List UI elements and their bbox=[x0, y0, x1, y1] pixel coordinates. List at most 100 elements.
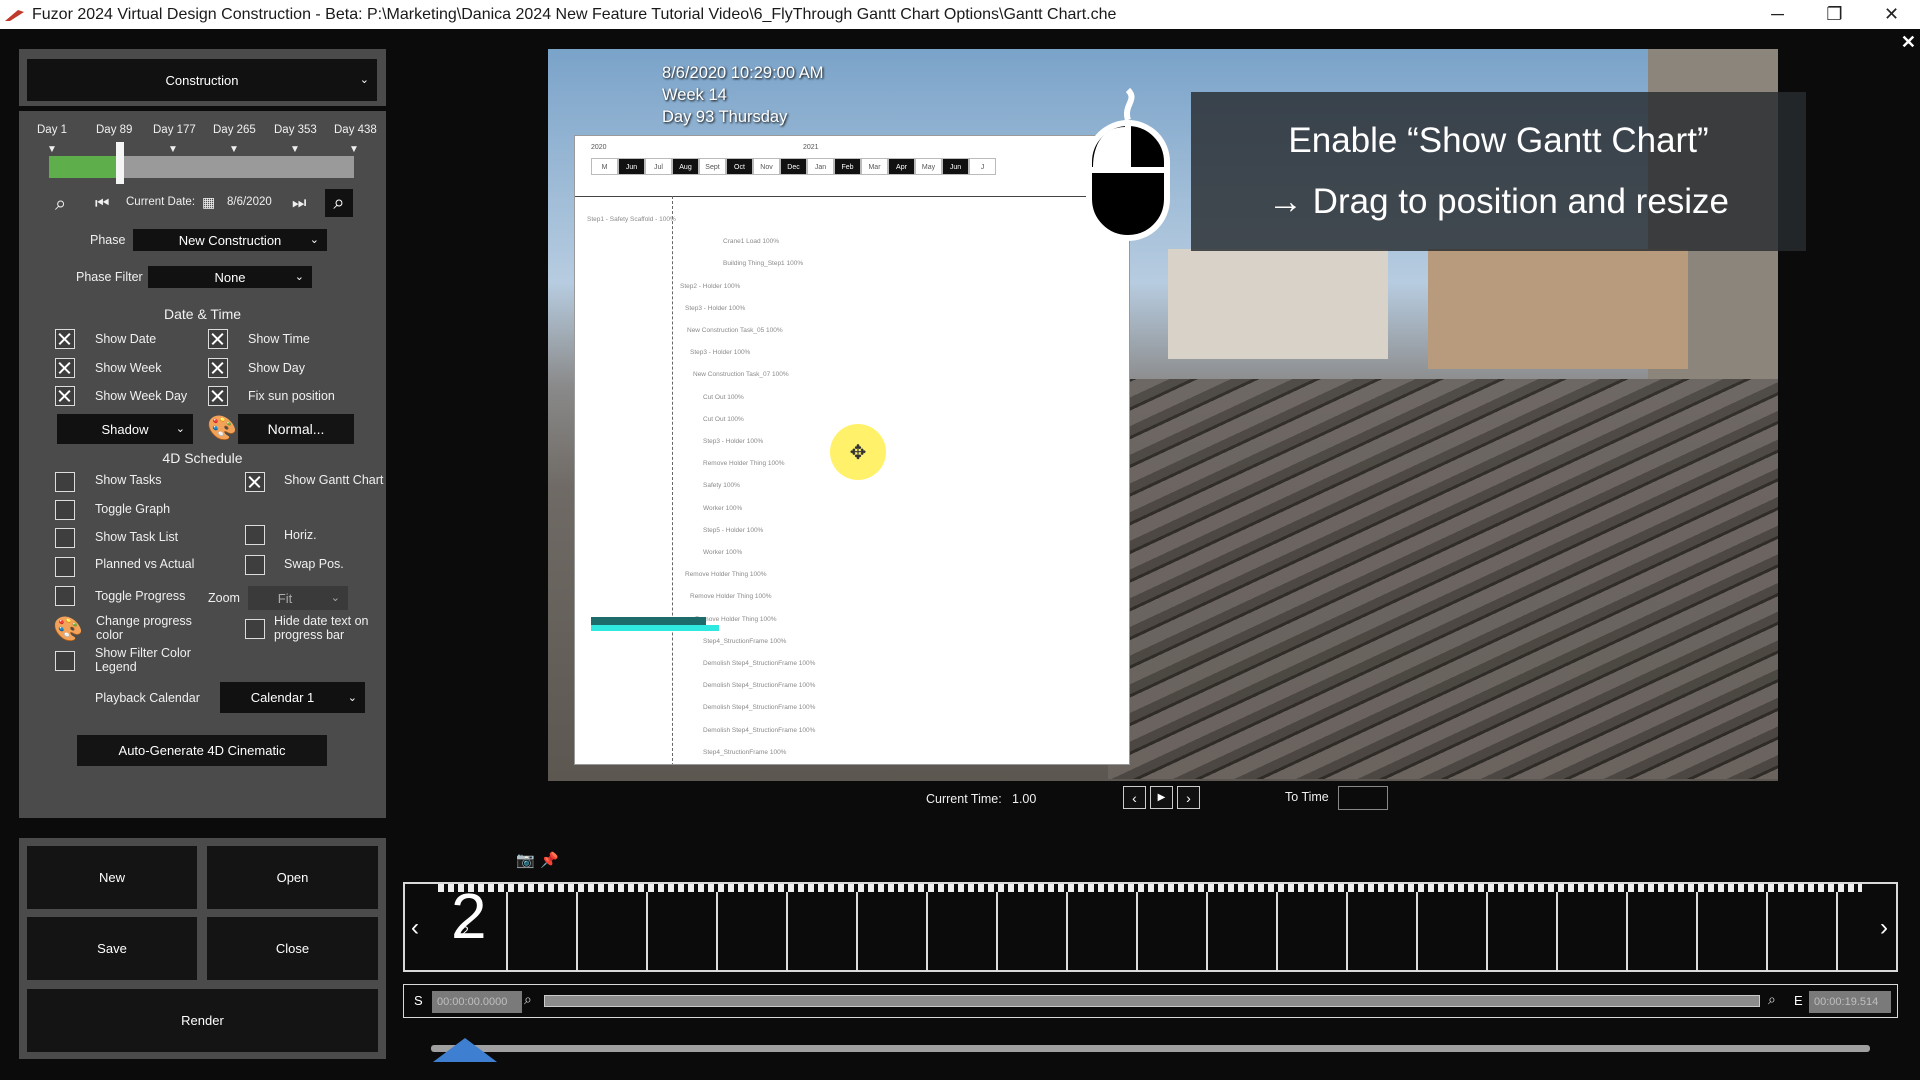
playhead-triangle-icon[interactable] bbox=[431, 1036, 499, 1064]
building-shape bbox=[1428, 249, 1688, 369]
chevron-down-icon: ⌄ bbox=[175, 422, 185, 435]
render-button[interactable]: Render bbox=[27, 989, 378, 1052]
save-button[interactable]: Save bbox=[27, 917, 197, 980]
gantt-task-row: Step3 - Holder 100% bbox=[685, 304, 746, 312]
end-time-input[interactable]: 00:00:19.514 bbox=[1809, 991, 1891, 1013]
gantt-task-row: Step4_StructionFrame 100% bbox=[703, 637, 787, 645]
swap-pos-checkbox[interactable] bbox=[245, 555, 265, 575]
mode-select[interactable]: Construction ⌄ bbox=[27, 59, 377, 101]
phase-select[interactable]: New Construction ⌄ bbox=[133, 229, 327, 251]
minimize-button[interactable]: ─ bbox=[1749, 0, 1806, 29]
zoom-out-icon[interactable]: ⌕ bbox=[55, 193, 66, 216]
show-week-day-label: Show Week Day bbox=[95, 389, 188, 403]
gantt-task-row: Remove Holder Thing 100% bbox=[690, 593, 772, 601]
camera-icon[interactable]: 📷 bbox=[516, 851, 535, 869]
auto-generate-cinematic-button[interactable]: Auto-Generate 4D Cinematic bbox=[77, 735, 327, 766]
show-time-checkbox[interactable] bbox=[208, 329, 228, 349]
show-filter-color-legend-checkbox[interactable] bbox=[55, 651, 75, 671]
shadow-select[interactable]: Shadow ⌄ bbox=[57, 414, 193, 444]
timeline-day-89: Day 89 bbox=[96, 124, 133, 136]
close-button[interactable]: Close bbox=[207, 917, 378, 980]
hide-date-text-checkbox[interactable] bbox=[245, 619, 265, 639]
fuzor-logo-icon bbox=[5, 9, 24, 21]
current-date-value[interactable]: 8/6/2020 bbox=[227, 196, 272, 208]
current-time-value: 1.00 bbox=[1012, 792, 1037, 806]
timeline-day-438: Day 438 bbox=[334, 124, 377, 136]
pin-icon[interactable]: 📌 bbox=[540, 851, 559, 869]
gantt-month-cell: Jul bbox=[645, 158, 672, 175]
planned-vs-actual-label: Planned vs Actual bbox=[95, 557, 195, 571]
toggle-graph-checkbox[interactable] bbox=[55, 500, 75, 520]
zoom-in-icon[interactable]: ⌕ bbox=[1768, 991, 1776, 1008]
filmstrip-left-arrow[interactable]: ‹ bbox=[411, 914, 419, 942]
show-date-checkbox[interactable] bbox=[55, 329, 75, 349]
new-button[interactable]: New bbox=[27, 846, 197, 909]
horiz-label: Horiz. bbox=[284, 528, 317, 542]
palette-icon[interactable]: 🎨 bbox=[53, 615, 83, 644]
filmstrip-right-arrow[interactable]: › bbox=[1880, 914, 1888, 942]
window-titlebar: Fuzor 2024 Virtual Design Construction -… bbox=[0, 0, 1920, 29]
phase-filter-value: None bbox=[214, 269, 246, 285]
gantt-current-date-line bbox=[672, 196, 673, 764]
shadow-select-value: Shadow bbox=[101, 421, 149, 437]
fix-sun-position-checkbox[interactable] bbox=[208, 386, 228, 406]
open-button[interactable]: Open bbox=[207, 846, 378, 909]
gantt-month-cell: Dec bbox=[780, 158, 807, 175]
zoom-in-icon[interactable]: ⌕ bbox=[325, 189, 353, 217]
show-tasks-checkbox[interactable] bbox=[55, 472, 75, 492]
calendar-icon[interactable]: ▦ bbox=[202, 194, 215, 211]
keyframe-filmstrip[interactable]: ‹ › 2 2 bbox=[403, 882, 1898, 972]
skip-to-end-icon[interactable]: ⏭ bbox=[292, 195, 306, 213]
railway-tracks bbox=[1108, 379, 1778, 779]
hide-date-text-line1: Hide date text on bbox=[274, 614, 369, 628]
show-week-checkbox[interactable] bbox=[55, 358, 75, 378]
toggle-progress-checkbox[interactable] bbox=[55, 586, 75, 606]
fix-sun-position-label: Fix sun position bbox=[248, 389, 335, 403]
phase-filter-select[interactable]: None ⌄ bbox=[148, 266, 312, 288]
zoom-select[interactable]: Fit ⌄ bbox=[248, 586, 348, 610]
restore-button[interactable]: ❐ bbox=[1806, 0, 1863, 29]
playback-calendar-label: Playback Calendar bbox=[95, 691, 200, 705]
timeline-progress-fill bbox=[49, 156, 117, 178]
gantt-month-cell: J bbox=[969, 158, 996, 175]
tick-marker-icon: ▼ bbox=[290, 144, 300, 155]
overlay-day: Day 93 Thursday bbox=[662, 108, 788, 126]
chevron-down-icon: ⌄ bbox=[309, 233, 319, 246]
previous-frame-button[interactable]: ‹ bbox=[1123, 786, 1146, 809]
playhead-track[interactable] bbox=[431, 1045, 1870, 1052]
palette-icon[interactable]: 🎨 bbox=[207, 414, 237, 443]
show-day-checkbox[interactable] bbox=[208, 358, 228, 378]
overlay-datetime: 8/6/2020 10:29:00 AM bbox=[662, 64, 824, 82]
gantt-task-row: Crane1 Load 100% bbox=[723, 238, 780, 246]
gantt-task-row: Step3 - Holder 100% bbox=[690, 349, 751, 357]
gantt-task-row: Worker 100% bbox=[703, 504, 743, 512]
next-frame-button[interactable]: › bbox=[1177, 786, 1200, 809]
chevron-down-icon: ⌄ bbox=[294, 270, 304, 283]
skip-to-start-icon[interactable]: ⏮ bbox=[95, 195, 109, 213]
playback-calendar-select[interactable]: Calendar 1 ⌄ bbox=[220, 682, 365, 713]
show-week-day-checkbox[interactable] bbox=[55, 386, 75, 406]
film-sprockets bbox=[438, 884, 1862, 892]
close-window-button[interactable]: ✕ bbox=[1863, 0, 1920, 29]
zoom-out-icon[interactable]: ⌕ bbox=[524, 991, 532, 1008]
overlay-close-button[interactable]: ✕ bbox=[1901, 32, 1916, 53]
timeline-slider-handle[interactable] bbox=[116, 142, 125, 184]
current-time-label: Current Time: bbox=[926, 792, 1002, 806]
building-shape bbox=[1168, 249, 1388, 359]
start-time-input[interactable]: 00:00:00.0000 bbox=[432, 991, 522, 1013]
normal-button[interactable]: Normal... bbox=[238, 414, 354, 444]
tutorial-callout: Enable “Show Gantt Chart” → Drag to posi… bbox=[1191, 92, 1806, 251]
tick-marker-icon: ▼ bbox=[349, 144, 359, 155]
gantt-task-row: Step3 - Holder 100% bbox=[703, 438, 764, 445]
timeline-day-1: Day 1 bbox=[37, 124, 68, 136]
chevron-down-icon: ⌄ bbox=[359, 73, 369, 86]
planned-vs-actual-checkbox[interactable] bbox=[55, 557, 75, 577]
time-range-bar[interactable]: S 00:00:00.0000 ⌕ ⌕ E 00:00:19.514 bbox=[403, 984, 1898, 1018]
show-gantt-chart-checkbox[interactable] bbox=[245, 472, 265, 492]
show-task-list-checkbox[interactable] bbox=[55, 528, 75, 548]
zoom-label: Zoom bbox=[208, 591, 240, 605]
time-range-track[interactable] bbox=[544, 995, 1760, 1007]
horiz-checkbox[interactable] bbox=[245, 525, 265, 545]
play-button[interactable]: ▶ bbox=[1150, 786, 1173, 809]
to-time-input[interactable] bbox=[1338, 786, 1388, 810]
